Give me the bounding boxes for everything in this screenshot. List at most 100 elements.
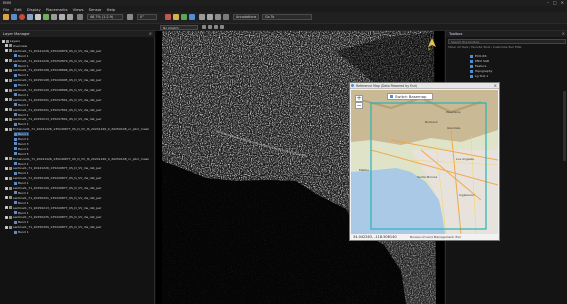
- save-icon[interactable]: [11, 14, 17, 20]
- toolbox-item[interactable]: Feature: [470, 64, 486, 68]
- crosshair-icon[interactable]: [77, 14, 83, 20]
- toolbox-scrollbar[interactable]: [563, 91, 566, 161]
- menu-file[interactable]: File: [3, 7, 9, 12]
- layer-down-icon[interactable]: [208, 25, 212, 29]
- band-item[interactable]: Band 1: [14, 191, 29, 195]
- fly-icon[interactable]: [67, 14, 73, 20]
- layer-item[interactable]: sentinel1_71_20250201_135249877_0S_D_VV_…: [5, 196, 102, 200]
- layer-item[interactable]: Overview: [5, 44, 27, 48]
- layer-item[interactable]: sentinel1_71_20250108_135249877_0S_D_VV_…: [5, 176, 102, 180]
- maximize-button[interactable]: □: [553, 0, 557, 5]
- contrast-icon[interactable]: [173, 14, 179, 20]
- menu-views[interactable]: Views: [73, 7, 84, 12]
- visibility-checkbox[interactable]: [5, 127, 8, 131]
- band-item[interactable]: Band 1: [14, 220, 29, 224]
- rotate-combo[interactable]: 0°: [137, 14, 157, 20]
- menu-display[interactable]: Display: [27, 7, 41, 12]
- select-icon[interactable]: [35, 14, 41, 20]
- brightness-icon[interactable]: [181, 14, 187, 20]
- annotations-dropdown[interactable]: Annotations: [233, 14, 259, 20]
- rotate-left-icon[interactable]: [127, 14, 133, 20]
- visibility-checkbox[interactable]: [5, 196, 8, 200]
- cursor-value-icon[interactable]: [199, 14, 205, 20]
- pan-icon[interactable]: [43, 14, 49, 20]
- toolbox-item[interactable]: Lg Tool 1: [470, 74, 488, 78]
- visibility-checkbox[interactable]: [5, 49, 8, 53]
- toolbox-search-input[interactable]: Search the toolbox: [448, 39, 566, 44]
- stretch-icon[interactable]: [165, 14, 171, 20]
- zoom-in-button[interactable]: +: [355, 95, 363, 102]
- close-icon[interactable]: ×: [562, 31, 565, 36]
- close-icon[interactable]: ×: [494, 83, 497, 88]
- close-button[interactable]: ✕: [561, 0, 564, 5]
- band-item[interactable]: Band 1: [14, 171, 29, 175]
- zoom-combo[interactable]: 46.7% (1:2.9): [87, 14, 123, 20]
- toolbox-item[interactable]: Topography: [470, 69, 492, 73]
- minimize-button[interactable]: –: [547, 0, 549, 5]
- visibility-checkbox[interactable]: [5, 78, 8, 82]
- band-item[interactable]: Band 5: [14, 152, 29, 156]
- layers-root[interactable]: Layers: [2, 39, 20, 43]
- band-item[interactable]: Band 1: [14, 201, 29, 205]
- band-item[interactable]: Band 2: [14, 137, 29, 141]
- band-item[interactable]: Band 1: [14, 211, 29, 215]
- visibility-checkbox[interactable]: [5, 186, 8, 190]
- visibility-checkbox[interactable]: [5, 117, 8, 121]
- menu-sensor[interactable]: Sensor: [89, 7, 102, 12]
- toolbox-item[interactable]: ENVI SAR: [470, 59, 489, 63]
- close-icon[interactable]: ×: [149, 31, 152, 36]
- visibility-checkbox[interactable]: [5, 157, 8, 161]
- layer-item[interactable]: sentinel1_71_20250201_135247801_0S_D_VV_…: [5, 98, 102, 102]
- visibility-checkbox[interactable]: [5, 59, 8, 63]
- band-item[interactable]: Band 1: [14, 162, 29, 166]
- band-item[interactable]: Band 1: [14, 93, 29, 97]
- crosshairs-icon[interactable]: [207, 14, 213, 20]
- rotate-icon[interactable]: [51, 14, 57, 20]
- zoom-icon[interactable]: [59, 14, 65, 20]
- layer-item[interactable]: Enhanced1_71_20241226_135249877_0S_D_VV_…: [5, 157, 149, 161]
- visibility-checkbox[interactable]: [5, 44, 8, 48]
- layer-item[interactable]: sentinel1_71_20250213_135249877_0S_D_VV_…: [5, 206, 102, 210]
- layer-item[interactable]: Enhanced1_71_20241226_135249877_0S_D_VV_…: [5, 127, 149, 131]
- band-item[interactable]: Band 1: [14, 181, 29, 185]
- switch-basemap-button[interactable]: Switch Basemap: [387, 93, 433, 100]
- band-item[interactable]: Band 1: [14, 122, 29, 126]
- blend-icon[interactable]: [220, 25, 224, 29]
- menu-edit[interactable]: Edit: [14, 7, 21, 12]
- visibility-checkbox[interactable]: [5, 225, 8, 229]
- portal-icon[interactable]: [215, 14, 221, 20]
- stretch-combo[interactable]: No stretch: [160, 25, 198, 30]
- view-flicker-icon[interactable]: [223, 14, 229, 20]
- layer-item[interactable]: sentinel1_71_20250120_135249877_0S_D_VV_…: [5, 186, 102, 190]
- visibility-checkbox[interactable]: [5, 206, 8, 210]
- visibility-checkbox[interactable]: [5, 98, 8, 102]
- menu-placemarks[interactable]: Placemarks: [46, 7, 68, 12]
- layer-item[interactable]: sentinel1_71_20250309_135249877_0S_D_VV_…: [5, 225, 102, 229]
- menu-help[interactable]: Help: [107, 7, 116, 12]
- sharpen-icon[interactable]: [189, 14, 195, 20]
- layer-item[interactable]: sentinel1_71_20250108_135248896_0S_D_VV_…: [5, 68, 102, 72]
- visibility-checkbox[interactable]: [5, 215, 8, 219]
- layer-up-icon[interactable]: [202, 25, 206, 29]
- visibility-checkbox[interactable]: [5, 68, 8, 72]
- toolbox-item[interactable]: ECO-RS: [470, 54, 487, 58]
- band-item[interactable]: Band 1: [14, 103, 29, 107]
- toolbox-filter-text[interactable]: Show: All Tools / Favorite Tools / Custo…: [448, 45, 566, 49]
- layer-item[interactable]: sentinel1_71_20250201_135247801_0S_D_VV_…: [5, 108, 102, 112]
- band-item[interactable]: Band 1: [14, 230, 29, 234]
- reference-map[interactable]: Pasadena Glendale Los Angeles Burbank Sa…: [351, 90, 498, 234]
- band-item[interactable]: Band 1: [14, 64, 29, 68]
- band-item[interactable]: Band 1: [14, 113, 29, 117]
- record-icon[interactable]: [19, 14, 25, 20]
- band-item[interactable]: Band 1: [14, 83, 29, 87]
- layer-item[interactable]: sentinel1_71_20250108_135249905_0S_D_VV_…: [5, 78, 102, 82]
- band-item[interactable]: Band 4: [14, 147, 29, 151]
- visibility-checkbox[interactable]: [5, 176, 8, 180]
- band-item[interactable]: Band 1: [14, 73, 29, 77]
- band-item[interactable]: Band 1: [14, 132, 29, 137]
- transparency-icon[interactable]: [214, 25, 218, 29]
- open-icon[interactable]: [3, 14, 9, 20]
- visibility-checkbox[interactable]: [5, 108, 8, 112]
- band-item[interactable]: Band 3: [14, 142, 29, 146]
- goto-combo[interactable]: Go To: [262, 14, 312, 20]
